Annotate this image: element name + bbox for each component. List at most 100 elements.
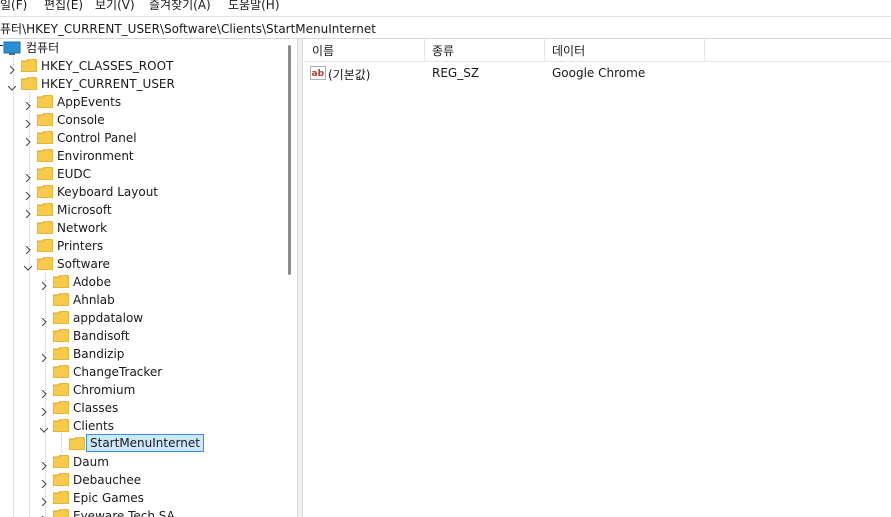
tree-label: HKEY_CLASSES_ROOT: [41, 59, 174, 73]
chevron-right-icon[interactable]: [40, 403, 48, 417]
folder-icon: [52, 310, 70, 325]
folder-icon: [52, 472, 70, 487]
tree-label: Environment: [57, 149, 134, 163]
tree-guide: [29, 92, 30, 517]
value-type: REG_SZ: [432, 66, 480, 80]
folder-icon: [52, 382, 70, 397]
chevron-right-icon[interactable]: [24, 133, 32, 147]
folder-icon: [52, 400, 70, 415]
address-path[interactable]: 퓨터\HKEY_CURRENT_USER\Software\Clients\St…: [0, 20, 376, 37]
tree-guide: [61, 434, 62, 452]
tree-label: HKEY_CURRENT_USER: [41, 77, 175, 91]
column-divider[interactable]: [424, 39, 425, 61]
folder-icon: [52, 292, 70, 307]
chevron-right-icon[interactable]: [40, 277, 48, 291]
tree-guide: [13, 56, 14, 517]
tree-scrollbar[interactable]: [283, 39, 297, 517]
tree-label: Printers: [57, 239, 104, 253]
column-header-data[interactable]: 데이터: [552, 42, 585, 59]
tree-label: Debauchee: [73, 473, 142, 487]
tree-label: 컴퓨터: [26, 41, 60, 55]
chevron-right-icon[interactable]: [24, 241, 32, 255]
list-row[interactable]: ab (기본값) REG_SZ Google Chrome: [303, 64, 891, 84]
value-data: Google Chrome: [552, 66, 646, 80]
chevron-right-icon[interactable]: [24, 97, 32, 111]
menu-favorites[interactable]: 즐겨찾기(A): [149, 0, 211, 12]
tree-label: Daum: [73, 455, 109, 469]
tree-label: Chromium: [73, 383, 136, 397]
tree-label: EUDC: [57, 167, 91, 181]
folder-icon: [36, 148, 54, 163]
svg-text:ab: ab: [312, 69, 325, 79]
folder-open-icon: [20, 76, 38, 91]
menu-view[interactable]: 보기(V): [95, 0, 135, 12]
tree-scrollbar-thumb[interactable]: [288, 45, 291, 275]
chevron-right-icon[interactable]: [40, 475, 48, 489]
folder-icon: [36, 94, 54, 109]
folder-icon: [20, 58, 38, 73]
chevron-right-icon[interactable]: [24, 115, 32, 129]
tree-label: AppEvents: [57, 95, 122, 109]
tree-label: appdatalow: [73, 311, 144, 325]
tree-label: Control Panel: [57, 131, 137, 145]
folder-icon: [52, 346, 70, 361]
key-tree[interactable]: 컴퓨터 HKEY_CLASSES_ROOT HKEY_CURRENT_USER …: [0, 39, 283, 517]
column-header-name[interactable]: 이름: [312, 42, 334, 59]
tree-label: Microsoft: [57, 203, 112, 217]
chevron-right-icon[interactable]: [8, 61, 16, 75]
menu-help[interactable]: 도움말(H): [228, 0, 280, 12]
folder-open-icon: [36, 256, 54, 271]
chevron-right-icon[interactable]: [40, 457, 48, 471]
chevron-down-icon[interactable]: [7, 79, 17, 91]
tree-label: Classes: [73, 401, 119, 415]
list-header: 이름 종류 데이터: [303, 39, 891, 62]
folder-icon: [52, 328, 70, 343]
tree-label-selected: StartMenuInternet: [86, 434, 204, 452]
computer-icon: [0, 41, 21, 56]
folder-icon: [36, 202, 54, 217]
folder-icon: [52, 274, 70, 289]
value-list[interactable]: 이름 종류 데이터 ab (기본값) REG_SZ Google Chrome: [303, 39, 891, 517]
menu-file[interactable]: 일(F): [0, 0, 27, 12]
chevron-right-icon[interactable]: [40, 349, 48, 363]
value-name: (기본값): [328, 68, 371, 82]
chevron-right-icon[interactable]: [24, 187, 32, 201]
folder-icon: [52, 454, 70, 469]
tree-label: Bandizip: [73, 347, 125, 361]
address-bar[interactable]: 퓨터\HKEY_CURRENT_USER\Software\Clients\St…: [0, 16, 891, 39]
tree-label: Keyboard Layout: [57, 185, 159, 199]
column-divider[interactable]: [544, 39, 545, 61]
folder-open-icon: [52, 418, 70, 433]
tree-label: Software: [57, 257, 110, 271]
folder-icon: [36, 238, 54, 253]
menu-bar: 일(F) 편집(E) 보기(V) 즐겨찾기(A) 도움말(H): [0, 0, 891, 14]
folder-icon: [52, 364, 70, 379]
chevron-right-icon[interactable]: [40, 511, 48, 517]
chevron-right-icon[interactable]: [24, 205, 32, 219]
chevron-right-icon[interactable]: [40, 313, 48, 327]
tree-label: Console: [57, 113, 105, 127]
folder-icon: [36, 166, 54, 181]
folder-icon: [36, 112, 54, 127]
chevron-right-icon[interactable]: [40, 493, 48, 507]
string-value-icon: ab: [310, 66, 326, 80]
folder-icon: [52, 490, 70, 505]
chevron-right-icon[interactable]: [24, 169, 32, 183]
chevron-down-icon[interactable]: [39, 421, 49, 433]
tree-label: Adobe: [73, 275, 111, 289]
tree-label: ChangeTracker: [73, 365, 163, 379]
folder-icon: [36, 184, 54, 199]
tree-label: Eyeware Tech SA: [73, 509, 175, 517]
tree-label: Network: [57, 221, 108, 235]
folder-icon: [36, 130, 54, 145]
tree-label: Epic Games: [73, 491, 144, 505]
tree-label: Bandisoft: [73, 329, 130, 343]
column-header-type[interactable]: 종류: [432, 42, 454, 59]
chevron-down-icon[interactable]: [23, 259, 33, 271]
chevron-right-icon[interactable]: [40, 385, 48, 399]
column-divider[interactable]: [704, 39, 705, 61]
tree-label: Ahnlab: [73, 293, 115, 307]
folder-open-icon: [68, 436, 86, 451]
tree-label: Clients: [73, 419, 114, 433]
menu-edit[interactable]: 편집(E): [44, 0, 83, 12]
